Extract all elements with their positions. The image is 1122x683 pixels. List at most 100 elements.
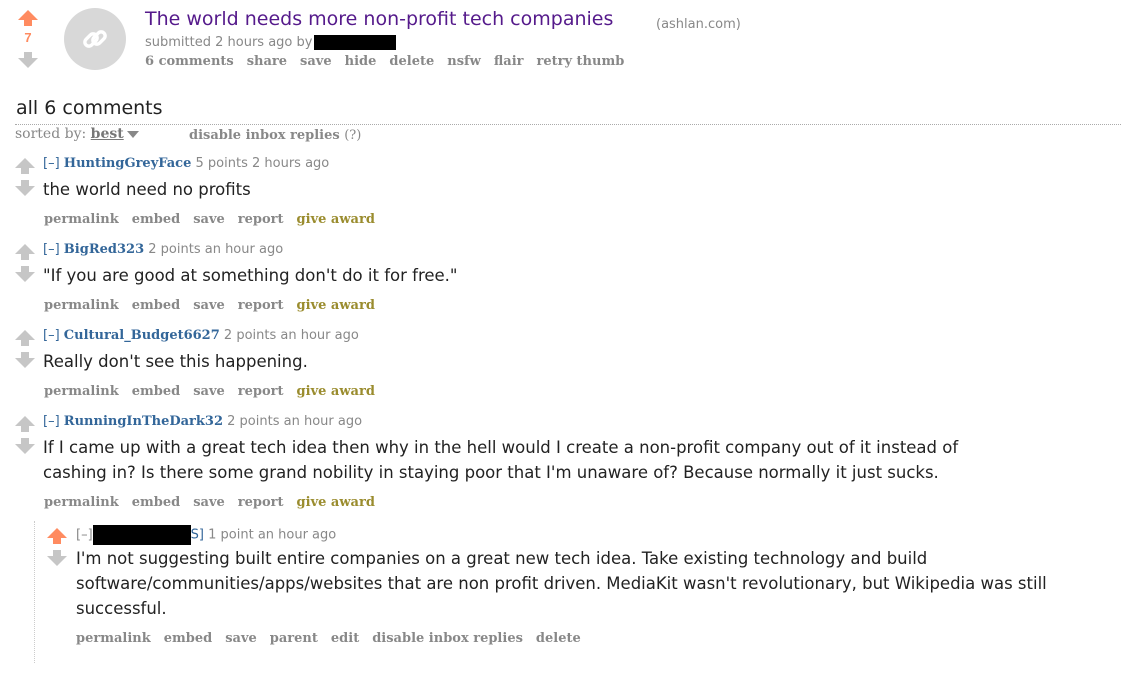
report-button[interactable]: report [238,298,284,313]
redacted-username [314,35,397,50]
sort-dropdown[interactable]: best [91,126,124,142]
post-header: 7 The world needs more non-profit tech c… [0,0,1122,90]
collapse-toggle[interactable]: [–] [43,156,60,171]
retry-thumb-button[interactable]: retry thumb [536,54,624,69]
report-button[interactable]: report [238,384,284,399]
edit-button[interactable]: edit [331,631,359,646]
comment-meta: 2 points an hour ago [223,328,359,343]
upvote-arrow-icon[interactable] [14,416,36,432]
embed-button[interactable]: embed [132,212,180,227]
comment-body-line: If I came up with a great tech idea then… [43,438,959,457]
comment-author[interactable]: Cultural_Budget6627 [64,328,220,343]
comment-buttons: permalink embed save parent edit disable inbo… [76,631,594,646]
comment-body: Really don't see this happening. [43,352,308,371]
embed-button[interactable]: embed [132,384,180,399]
upvote-arrow-icon[interactable] [14,330,36,346]
comment-tagline: [–] RunningInTheDark32 2 points an hour … [43,414,362,429]
comment-buttons: permalink embed save report give award [44,384,388,399]
save-button[interactable]: save [193,298,225,313]
comment-body: "If you are good at something don't do i… [43,266,458,285]
link-icon [83,30,107,48]
permalink-button[interactable]: permalink [44,212,119,227]
comment-tagline: [–] BigRed323 2 points an hour ago [43,242,283,257]
delete-button[interactable]: delete [536,631,581,646]
redacted-username [92,525,191,545]
parent-button[interactable]: parent [270,631,318,646]
disable-inbox-replies-button[interactable]: disable inbox replies [372,631,523,646]
submitter-tag[interactable]: S] [191,528,204,543]
link-thumbnail[interactable] [64,8,126,70]
comment-vote [14,416,36,454]
upvote-arrow-icon[interactable] [14,244,36,260]
permalink-button[interactable]: permalink [44,495,119,510]
collapse-toggle[interactable]: [–] [43,242,60,257]
downvote-arrow-icon[interactable] [14,180,36,196]
downvote-arrow-icon[interactable] [18,52,38,72]
submitted-text: submitted 2 hours ago by [145,35,313,50]
chevron-down-icon[interactable] [126,130,139,138]
comment-author[interactable]: RunningInTheDark32 [64,414,223,429]
disable-inbox-replies-link[interactable]: disable inbox replies [189,128,340,143]
help-link[interactable]: (?) [344,128,361,143]
comment-vote [14,244,36,282]
flair-button[interactable]: flair [494,54,524,69]
give-award-button[interactable]: give award [297,212,375,227]
comment-vote [14,158,36,196]
post-title-link[interactable]: The world needs more non-profit tech com… [145,8,613,30]
embed-button[interactable]: embed [132,298,180,313]
give-award-button[interactable]: give award [297,298,375,313]
report-button[interactable]: report [238,212,284,227]
nsfw-button[interactable]: nsfw [447,54,481,69]
embed-button[interactable]: embed [132,495,180,510]
hide-button[interactable]: hide [345,54,377,69]
comment-tagline: [–] Cultural_Budget6627 2 points an hour… [43,328,359,343]
save-button[interactable]: save [193,212,225,227]
comment-body: I'm not suggesting built entire companie… [76,546,1116,621]
save-button[interactable]: save [193,384,225,399]
permalink-button[interactable]: permalink [44,384,119,399]
comment-body: If I came up with a great tech idea then… [43,435,1113,485]
comment-body-line: successful. [76,599,167,618]
comment-meta: 2 points an hour ago [227,414,363,429]
comment-body: the world need no profits [43,180,251,199]
save-button[interactable]: save [300,54,332,69]
inbox-replies-control: disable inbox replies (?) [189,128,361,143]
comment-body-line: software/communities/apps/websites that … [76,574,1047,593]
save-button[interactable]: save [225,631,257,646]
comment-author[interactable]: HuntingGreyFace [64,156,192,171]
comment-body-line: I'm not suggesting built entire companie… [76,549,928,568]
embed-button[interactable]: embed [164,631,212,646]
permalink-button[interactable]: permalink [44,298,119,313]
report-button[interactable]: report [238,495,284,510]
delete-button[interactable]: delete [389,54,434,69]
upvote-arrow-icon[interactable] [46,528,68,544]
downvote-arrow-icon[interactable] [14,266,36,282]
upvote-arrow-icon[interactable] [14,158,36,174]
comment-tagline: [–] HuntingGreyFace 5 points 2 hours ago [43,156,329,171]
upvote-arrow-icon[interactable] [18,10,38,30]
give-award-button[interactable]: give award [297,495,375,510]
post-buttons: 6 comments share save hide delete nsfw flair re… [145,54,637,69]
post-domain[interactable]: (ashlan.com) [656,17,741,32]
downvote-arrow-icon[interactable] [46,550,68,566]
permalink-button[interactable]: permalink [76,631,151,646]
post-score: 7 [24,30,32,45]
collapse-toggle[interactable]: [–] [76,528,93,543]
give-award-button[interactable]: give award [297,384,375,399]
comment-author[interactable]: BigRed323 [64,242,144,257]
child-comment-rail [34,521,35,663]
comments-button[interactable]: 6 comments [145,54,234,69]
downvote-arrow-icon[interactable] [14,352,36,368]
comment-tagline: [–] S] 1 point an hour ago [76,525,336,545]
sort-label: sorted by: [15,126,87,142]
collapse-toggle[interactable]: [–] [43,328,60,343]
collapse-toggle[interactable]: [–] [43,414,60,429]
share-button[interactable]: share [247,54,287,69]
post-tagline: submitted 2 hours ago by [145,35,397,50]
comment-vote [14,330,36,368]
sort-control: sorted by: best [15,126,139,142]
comment-meta: 2 points an hour ago [148,242,284,257]
save-button[interactable]: save [193,495,225,510]
comment-vote [46,528,68,566]
downvote-arrow-icon[interactable] [14,438,36,454]
